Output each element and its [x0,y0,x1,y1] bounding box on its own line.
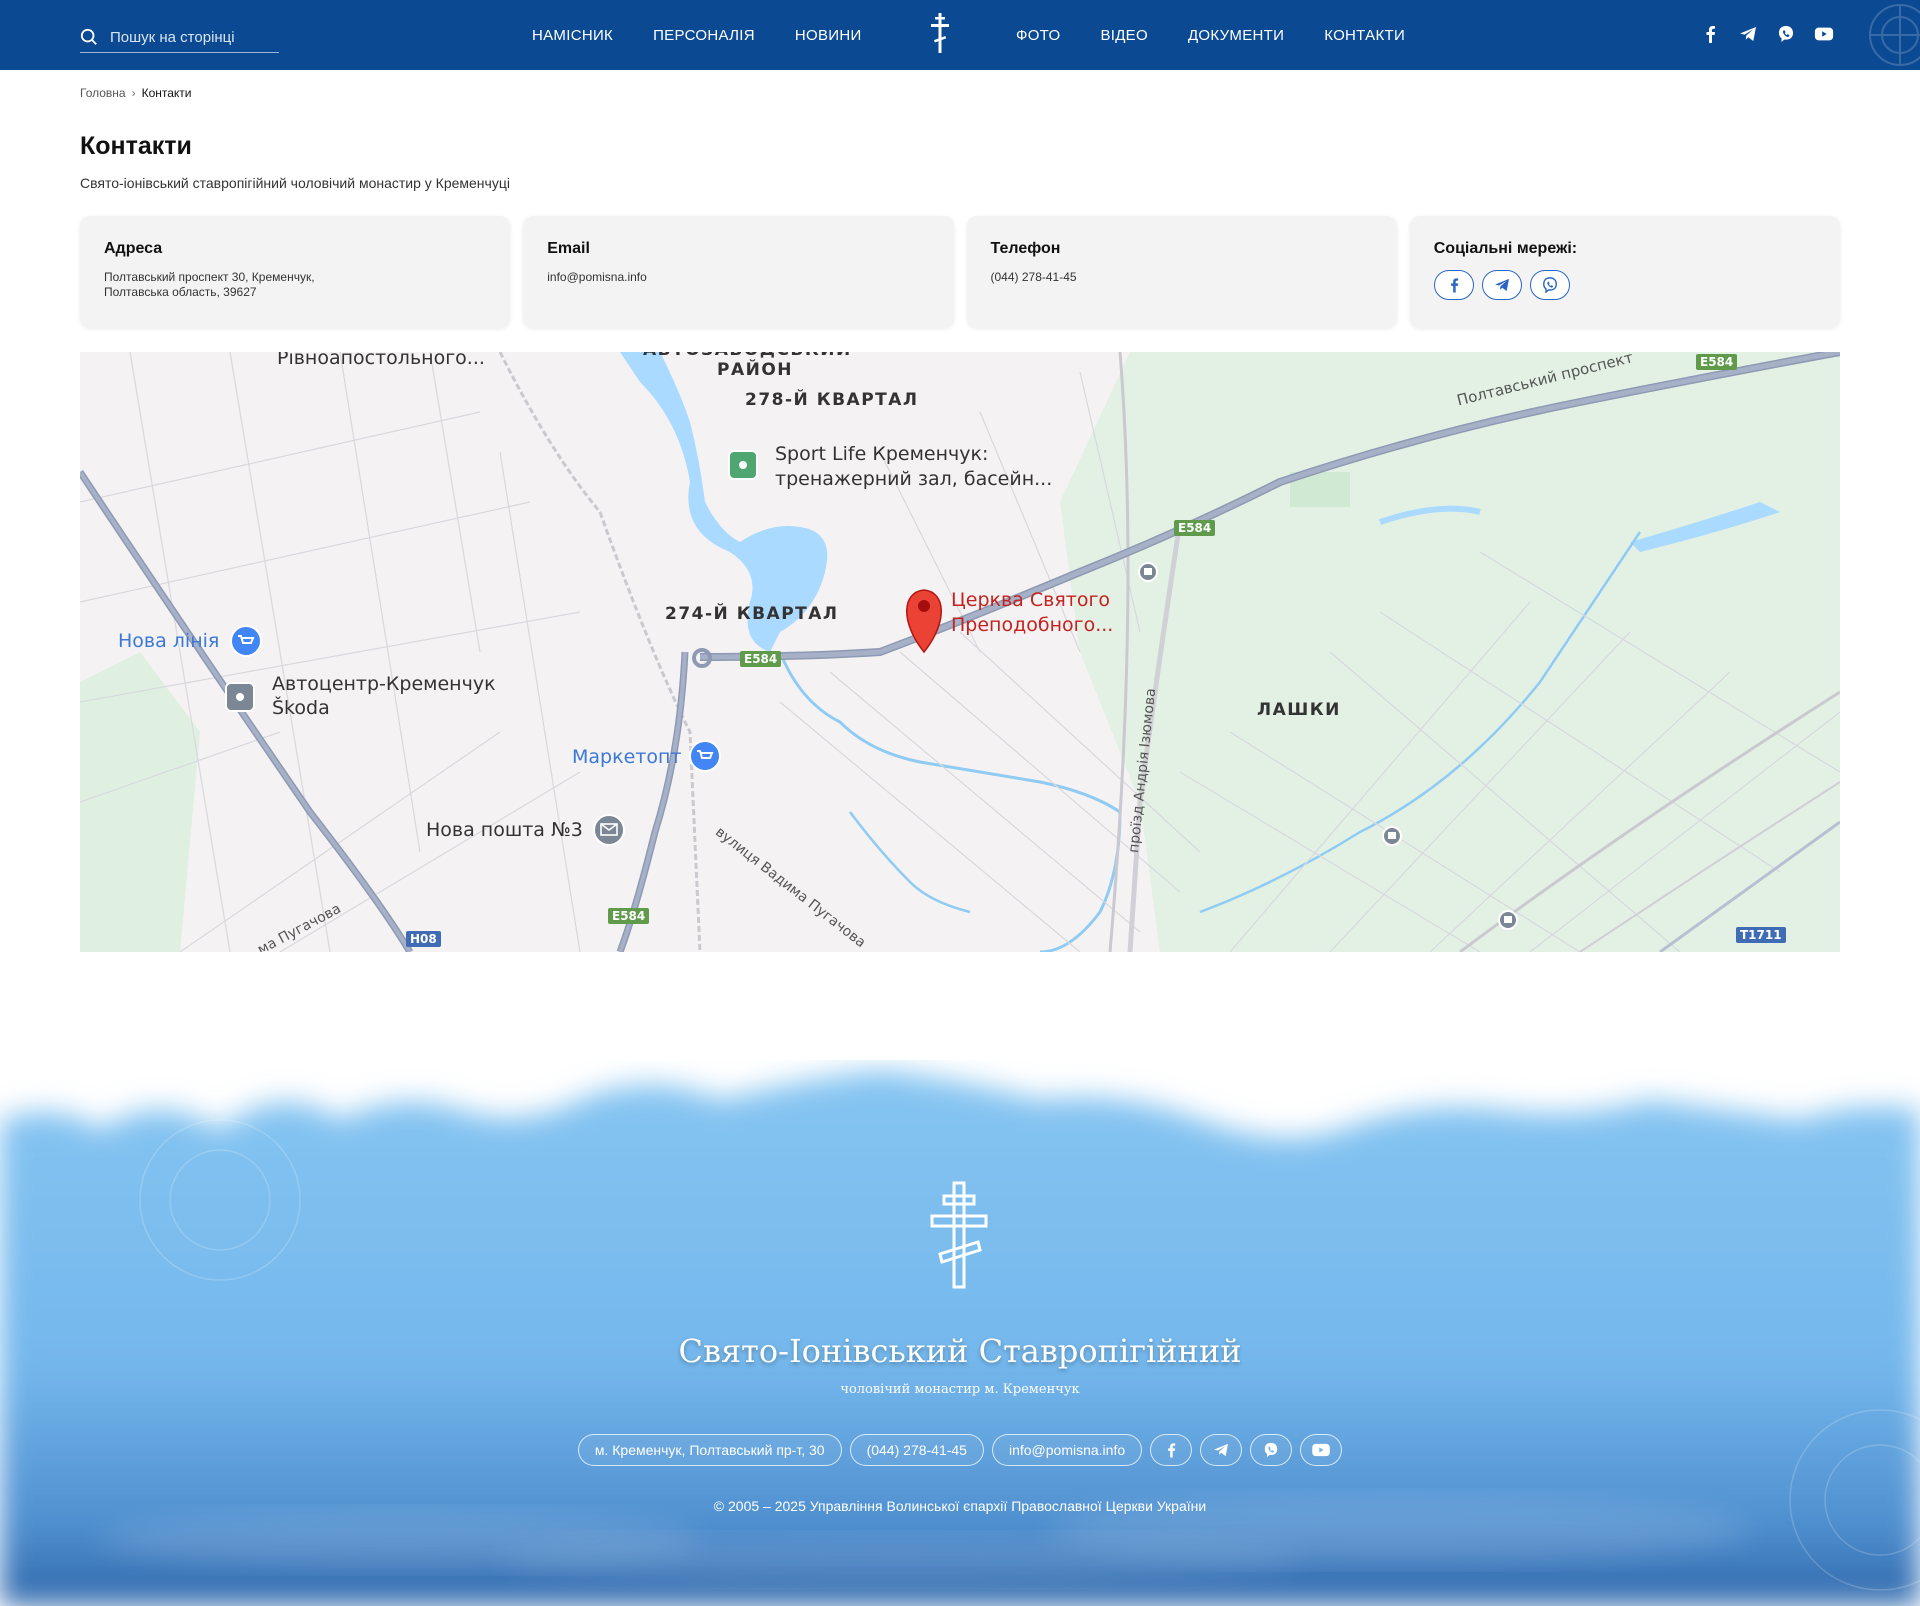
map-label-district: АВТОЗАВОДСЬКИЙ [643,352,852,360]
map-label-church-2[interactable]: Преподобного... [951,613,1113,637]
map-label-sport-2[interactable]: тренажерний зал, басейн... [775,467,1052,491]
shopping-cart-marker-icon[interactable] [689,740,721,772]
map-label-274: 274-Й КВАРТАЛ [665,604,839,624]
nav-item-contacts[interactable]: КОНТАКТИ [1304,27,1425,44]
social-card-title: Соціальні мережі: [1433,240,1578,257]
nav-item-personalia[interactable]: ПЕРСОНАЛІЯ [633,27,775,44]
phone-card-title: Телефон [990,240,1061,257]
map-label-autocentre-1[interactable]: Автоцентр-Кременчук [272,672,496,696]
map-label-nova-poshta[interactable]: Нова пошта №3 [426,818,583,842]
map-label-278: 278-Й КВАРТАЛ [745,390,919,410]
page-title: Контакти [80,132,192,160]
phone-card: Телефон (044) 278-41-45 [966,216,1397,328]
viber-icon[interactable] [1776,24,1796,44]
contact-cards: Адреса Полтавський проспект 30, Кременчу… [80,216,1840,328]
nav-item-photo[interactable]: ФОТО [996,27,1080,44]
map-label-lashky: ЛАШКИ [1257,700,1341,720]
telegram-icon [1214,1443,1229,1457]
nav-right: ФОТО ВІДЕО ДОКУМЕНТИ КОНТАКТИ [996,0,1425,70]
email-card-title: Email [547,240,590,257]
bus-stop-icon[interactable] [1498,910,1518,930]
map-label-raion: РАЙОН [717,360,794,380]
road-shield-e584: E584 [608,908,650,924]
nav-item-video[interactable]: ВІДЕО [1080,27,1168,44]
page-subtitle: Свято-іонівський ставропігійний чоловічи… [80,175,510,191]
viber-button[interactable] [1529,270,1570,300]
road-shield-h08: H08 [406,931,441,947]
footer-address-pill[interactable]: м. Кременчук, Полтавський пр-т, 30 [577,1434,842,1466]
footer-copyright: © 2005 – 2025 Управління Волинської єпар… [713,1498,1207,1514]
search-icon [80,28,97,45]
youtube-icon[interactable] [1814,24,1834,44]
map-label-church-1[interactable]: Церква Святого [951,588,1110,612]
facebook-icon[interactable] [1700,24,1720,44]
footer-youtube-button[interactable] [1300,1434,1343,1466]
youtube-icon [1312,1443,1330,1457]
telegram-icon[interactable] [1738,24,1758,44]
facebook-icon [1450,278,1458,293]
address-value: Полтавський проспект 30, Кременчук, Полт… [104,270,315,299]
viber-icon [1542,277,1557,293]
car-service-marker-icon[interactable] [225,682,255,712]
road-shield-e584: E584 [1174,520,1216,536]
map-embed[interactable]: АВТОЗАВОДСЬКИЙ РАЙОН 278-Й КВАРТАЛ 274-Й… [80,352,1840,952]
mail-marker-icon[interactable] [593,814,625,846]
shopping-cart-marker-icon[interactable] [230,625,262,657]
header-socials [1700,24,1834,44]
breadcrumb-home[interactable]: Головна [80,86,126,100]
address-card: Адреса Полтавський проспект 30, Кременчу… [80,216,511,328]
nav-item-documents[interactable]: ДОКУМЕНТИ [1168,27,1304,44]
road-shield-e584: E584 [1696,354,1738,370]
facebook-button[interactable] [1433,270,1474,300]
map-label-nova-liniia[interactable]: Нова лінія [118,630,219,652]
map-label-rivno: Рівноапостольного... [277,352,485,369]
site-header: НАМІСНИК ПЕРСОНАЛІЯ НОВИНИ ФОТО ВІДЕО ДО… [0,0,1920,70]
footer-phone-pill[interactable]: (044) 278-41-45 [849,1434,984,1466]
bus-stop-icon[interactable] [1138,562,1158,582]
nav-item-news[interactable]: НОВИНИ [775,27,882,44]
footer-telegram-button[interactable] [1200,1434,1243,1466]
address-card-title: Адреса [104,240,163,257]
cross-logo-icon[interactable] [928,12,952,54]
email-value[interactable]: info@pomisna.info [547,270,929,285]
footer-contacts: м. Кременчук, Полтавський пр-т, 30 (044)… [0,1434,1920,1466]
breadcrumb-current: Контакти [141,86,192,100]
search-box[interactable] [80,22,279,53]
viber-icon [1264,1442,1278,1458]
telegram-button[interactable] [1481,270,1522,300]
map-label-autocentre-2[interactable]: Škoda [272,696,330,720]
telegram-icon [1494,278,1509,292]
chevron-right-icon: › [131,86,136,100]
phone-value[interactable]: (044) 278-41-45 [991,270,1373,285]
site-footer: Свято-Іонівський Ставропігійний чоловічи… [0,1060,1920,1606]
footer-facebook-button[interactable] [1150,1434,1193,1466]
road-shield-e584: E584 [740,651,782,667]
bus-stop-icon[interactable] [1382,826,1402,846]
footer-email-pill[interactable]: info@pomisna.info [991,1434,1143,1466]
orthodox-cross-icon [930,1181,988,1289]
map-label-sport-1[interactable]: Sport Life Кременчук: [775,442,988,466]
footer-title: Свято-Іонівський Ставропігійний [678,1332,1242,1370]
gym-marker-icon[interactable] [728,450,758,480]
footer-subtitle: чоловічий монастир м. Кременчук [840,1382,1080,1397]
email-card: Email info@pomisna.info [523,216,954,328]
road-shield-t1711: T1711 [1736,927,1786,943]
breadcrumb: Головна › Контакти [80,86,192,100]
search-input[interactable] [110,28,270,46]
nav-left: НАМІСНИК ПЕРСОНАЛІЯ НОВИНИ [512,0,882,70]
facebook-icon [1168,1443,1176,1458]
nav-item-namisnyk[interactable]: НАМІСНИК [512,27,633,44]
map-label-marketopt[interactable]: Маркетопт [572,746,681,768]
social-card: Соціальні мережі: [1409,216,1840,328]
footer-viber-button[interactable] [1250,1434,1293,1466]
ornament-decoration [1869,4,1920,66]
